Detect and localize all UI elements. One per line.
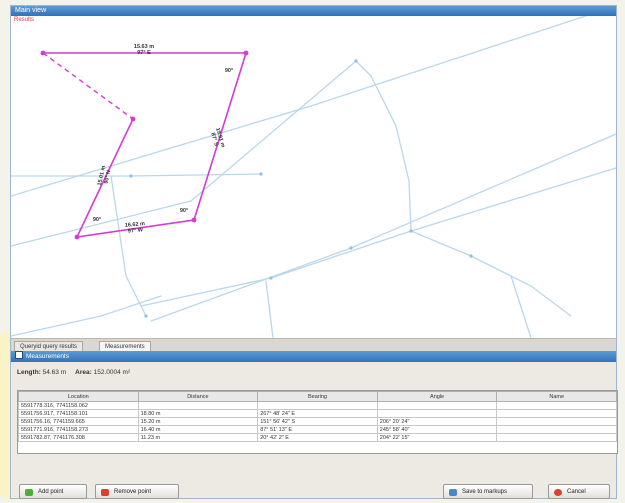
table-row[interactable]: 5591756.16, 7741159.665 15.20 m 151° 56' 4…	[18, 417, 617, 426]
table-row[interactable]: 5591782.87, 7741176.308 11.23 m 20° 42' 2"…	[18, 433, 617, 442]
cell-angle: 204° 22' 15"	[376, 433, 498, 442]
cell-name[interactable]	[496, 401, 617, 410]
segment-label-line: 97° W	[128, 227, 144, 234]
area-label: Area:	[75, 369, 92, 376]
cell-distance: 18.80 m	[137, 409, 259, 418]
cell-location: 5591756.16, 7741159.665	[18, 417, 139, 426]
segment-label-line: 97° E	[137, 50, 151, 56]
cell-bearing: 87° 51' 13" E	[257, 425, 378, 434]
table-header-row: Location Distance Bearing Angle Name	[18, 391, 617, 402]
panel-icon	[15, 351, 23, 359]
cell-distance: 11.23 m	[137, 433, 259, 442]
measurement-stats: Length: 54.63 m Area: 152.0004 m²	[17, 369, 130, 376]
column-header-location[interactable]: Location	[18, 391, 139, 402]
remove-point-label: Remove point	[114, 489, 152, 495]
road	[150, 133, 616, 322]
cancel-label: Cancel	[567, 489, 586, 495]
cell-name[interactable]	[496, 425, 617, 434]
angle-label-line: 90°	[93, 217, 101, 223]
length-label: Length:	[17, 369, 41, 376]
road-node	[354, 59, 358, 63]
road-nodes	[129, 59, 473, 318]
angle-label: 90°	[93, 217, 101, 223]
road	[11, 60, 357, 247]
road-node	[409, 229, 413, 233]
main-window: Main view 15.63 m 97° E 90° 19.91 m87° S…	[10, 5, 618, 499]
cell-bearing: 20° 42' 2" E	[257, 433, 378, 442]
cell-location: 5591756.917, 7741158.101	[18, 409, 139, 418]
remove-point-button[interactable]: Remove point	[95, 484, 179, 499]
road	[510, 275, 532, 338]
road	[110, 175, 147, 317]
road	[11, 173, 262, 177]
measurements-table[interactable]: Location Distance Bearing Angle Name 559…	[17, 390, 618, 454]
measure-vertex[interactable]	[243, 50, 249, 56]
results-label: Results	[14, 17, 35, 23]
window-title: Main view	[11, 6, 616, 16]
save-to-markups-button[interactable]: Save to markups	[443, 484, 533, 499]
cell-distance: 15.20 m	[137, 417, 259, 426]
cell-location: 5591771.916, 7741158.273	[18, 425, 139, 434]
measure-labels: 15.63 m 97° E 90° 19.91 m87° S 90° 16.62 …	[93, 44, 233, 235]
cell-bearing: 267° 48' 24" E	[257, 409, 378, 418]
cancel-icon	[554, 489, 562, 496]
angle-label-line: 90°	[180, 208, 188, 214]
column-header-distance[interactable]: Distance	[137, 391, 259, 402]
measure-vertex[interactable]	[74, 234, 80, 240]
table-row[interactable]: 5591756.917, 7741158.101 18.80 m 267° 48' …	[18, 409, 617, 418]
cell-location: 5591778.316, 7741158.062	[18, 401, 139, 410]
road-node	[259, 172, 263, 176]
save-label: Save to markups	[462, 489, 508, 495]
road	[355, 60, 412, 232]
save-icon	[449, 489, 457, 496]
road-node	[129, 174, 133, 178]
remove-icon	[101, 489, 109, 496]
map-canvas[interactable]: 15.63 m 97° E 90° 19.91 m87° S 90° 16.62 …	[11, 16, 616, 338]
cell-angle: 245° 58' 40"	[376, 425, 498, 434]
segment-label: 15.01 m90° N	[97, 165, 113, 187]
angle-label-line: 90°	[225, 68, 233, 74]
area-value: 152.0004 m²	[93, 369, 131, 376]
angle-label: 90°	[225, 68, 233, 74]
map-view[interactable]: 15.63 m 97° E 90° 19.91 m87° S 90° 16.62 …	[11, 16, 616, 338]
angle-label: 90°	[180, 208, 188, 214]
cell-name[interactable]	[496, 409, 617, 418]
cell-name[interactable]	[496, 433, 617, 442]
add-icon	[25, 489, 33, 496]
cell-bearing	[257, 401, 378, 410]
measure-vertex[interactable]	[130, 116, 136, 122]
road-node	[269, 276, 273, 280]
measure-dashed-segment	[42, 52, 134, 120]
measure-vertex[interactable]	[40, 50, 46, 56]
road-node	[349, 246, 353, 250]
table-row[interactable]: 5591771.916, 7741158.273 16.40 m 87° 51' 1…	[18, 425, 617, 434]
table-row[interactable]: 5591778.316, 7741158.062	[18, 401, 617, 410]
length-value: 54.63 m	[42, 369, 67, 376]
segment-label: 16.62 m97° W	[125, 221, 146, 235]
measurements-panel-header: Measurements	[11, 351, 616, 362]
column-header-bearing[interactable]: Bearing	[257, 391, 378, 402]
tab-bar: Queryid query results Measurements	[11, 338, 616, 352]
cell-location: 5591782.87, 7741176.308	[18, 433, 139, 442]
cell-name[interactable]	[496, 417, 617, 426]
cell-bearing: 151° 56' 42" S	[257, 417, 378, 426]
measure-vertex[interactable]	[191, 217, 197, 223]
cell-angle	[376, 401, 498, 410]
add-point-label: Add point	[38, 489, 64, 495]
road	[410, 230, 572, 317]
cancel-button[interactable]: Cancel	[548, 484, 610, 499]
cell-distance	[137, 401, 259, 410]
segment-label: 15.63 m 97° E	[134, 44, 154, 56]
panel-title: Measurements	[26, 353, 69, 360]
road	[140, 167, 616, 307]
cell-angle	[376, 409, 498, 418]
add-point-button[interactable]: Add point	[19, 484, 87, 499]
road	[265, 280, 274, 338]
road-node	[469, 254, 473, 258]
cell-angle: 206° 20' 24"	[376, 417, 498, 426]
cell-distance: 16.40 m	[137, 425, 259, 434]
column-header-name[interactable]: Name	[496, 391, 617, 402]
column-header-angle[interactable]: Angle	[376, 391, 498, 402]
road-node	[144, 314, 148, 318]
